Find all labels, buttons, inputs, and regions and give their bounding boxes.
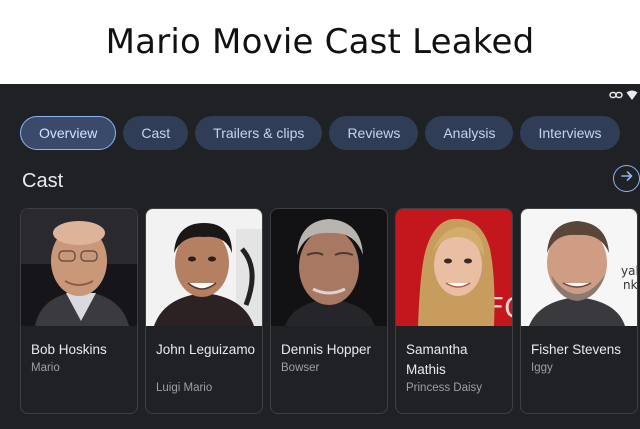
actor-name: Dennis Hopper [281, 342, 372, 357]
tab-analysis[interactable]: Analysis [425, 116, 514, 150]
actor-name: Fisher Stevens [531, 342, 622, 357]
arrow-right-icon [620, 169, 634, 188]
topic-tabs: Overview Cast Trailers & clips Reviews A… [20, 116, 620, 150]
cast-card-john-leguizamo[interactable]: John Leguizamo Luigi Mario [145, 208, 263, 414]
character-name: Mario [31, 362, 60, 374]
actor-photo [271, 209, 387, 326]
tab-overview[interactable]: Overview [20, 116, 117, 150]
more-cast-button[interactable] [613, 165, 640, 192]
tab-interviews[interactable]: Interviews [520, 116, 620, 150]
status-bar [609, 88, 638, 102]
character-name: Bowser [281, 362, 320, 374]
cast-carousel: Bob Hoskins Mario John Leguizamo Luigi M… [20, 208, 638, 414]
tab-cast[interactable]: Cast [123, 116, 189, 150]
actor-photo: FO [396, 209, 512, 326]
link-icon [609, 90, 623, 100]
cast-card-samantha-mathis[interactable]: FO Samantha Mathis Princess Daisy [395, 208, 513, 414]
tab-reviews[interactable]: Reviews [329, 116, 419, 150]
section-title: Cast [22, 170, 64, 192]
actor-photo: yal nk [521, 209, 638, 326]
character-name: Iggy [531, 362, 553, 374]
character-name: Princess Daisy [406, 382, 483, 394]
cast-card-bob-hoskins[interactable]: Bob Hoskins Mario [20, 208, 138, 414]
wifi-icon [626, 90, 638, 101]
meme-title: Mario Movie Cast Leaked [0, 0, 640, 84]
cast-card-fisher-stevens[interactable]: yal nk Fisher Stevens Iggy [520, 208, 638, 414]
actor-name: Samantha Mathis [406, 342, 468, 377]
actor-name: Bob Hoskins [31, 342, 107, 357]
tab-trailers-clips[interactable]: Trailers & clips [195, 116, 323, 150]
character-name: Luigi Mario [156, 382, 213, 394]
cast-card-dennis-hopper[interactable]: Dennis Hopper Bowser [270, 208, 388, 414]
actor-photo [21, 209, 137, 326]
search-results-panel: Overview Cast Trailers & clips Reviews A… [0, 84, 640, 429]
backdrop-text: nk [623, 278, 638, 292]
actor-photo [146, 209, 262, 326]
backdrop-text: yal [621, 264, 638, 278]
actor-name: John Leguizamo [156, 342, 256, 357]
